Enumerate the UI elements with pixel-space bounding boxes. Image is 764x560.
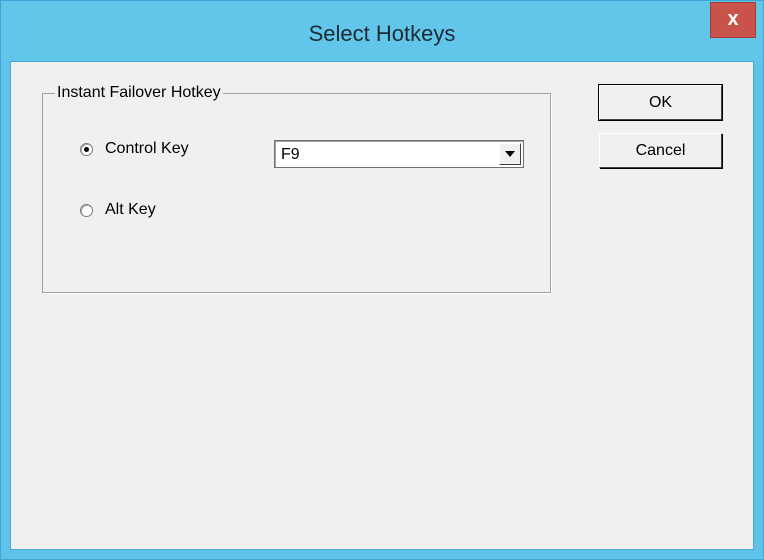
hotkey-dropdown[interactable]: F9 xyxy=(274,140,524,168)
control-key-label: Control Key xyxy=(105,140,189,157)
close-icon[interactable]: x xyxy=(710,2,756,38)
groupbox-legend: Instant Failover Hotkey xyxy=(55,84,223,102)
hotkey-dropdown-value: F9 xyxy=(281,146,300,163)
alt-key-label: Alt Key xyxy=(105,201,156,218)
radio-unchecked-icon[interactable] xyxy=(80,203,93,217)
chevron-down-icon[interactable] xyxy=(499,143,521,165)
dialog-body: Instant Failover Hotkey Control Key Alt … xyxy=(10,61,754,550)
ok-button[interactable]: OK xyxy=(598,84,723,121)
window-title: Select Hotkeys xyxy=(308,21,456,46)
control-key-radio[interactable]: Control Key xyxy=(80,140,189,158)
cancel-button[interactable]: Cancel xyxy=(599,133,722,168)
hotkey-groupbox: Instant Failover Hotkey Control Key Alt … xyxy=(42,84,551,293)
dialog-window: Select Hotkeys x Instant Failover Hotkey… xyxy=(0,0,764,560)
radio-checked-icon[interactable] xyxy=(80,142,93,156)
title-bar[interactable]: Select Hotkeys x xyxy=(1,1,763,61)
alt-key-radio[interactable]: Alt Key xyxy=(80,201,156,219)
